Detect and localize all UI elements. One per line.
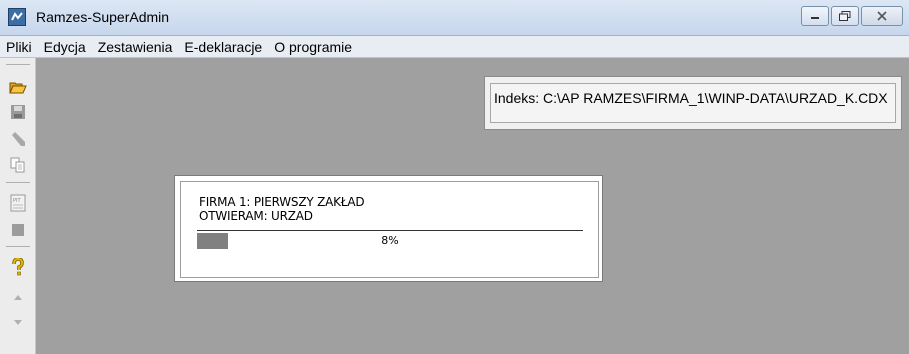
pencil-icon[interactable] bbox=[9, 130, 27, 148]
window-title-bar: Ramzes-SuperAdmin bbox=[0, 0, 909, 36]
window-title: Ramzes-SuperAdmin bbox=[36, 9, 170, 25]
help-icon[interactable] bbox=[9, 258, 27, 276]
menu-zestawienia[interactable]: Zestawienia bbox=[96, 39, 179, 55]
index-path-text: Indeks: C:\AP RAMZES\FIRMA_1\WINP-DATA\U… bbox=[494, 90, 888, 106]
minimize-icon bbox=[811, 17, 819, 19]
toolbar-separator bbox=[6, 246, 30, 247]
copy-icon[interactable] bbox=[9, 156, 27, 174]
index-status-panel: Indeks: C:\AP RAMZES\FIRMA_1\WINP-DATA\U… bbox=[484, 76, 902, 130]
progress-percent-label: 8% bbox=[381, 234, 399, 247]
restore-button[interactable] bbox=[831, 6, 859, 26]
pit-form-icon[interactable]: PIT bbox=[9, 194, 27, 212]
scroll-up-icon[interactable] bbox=[9, 288, 27, 306]
save-icon[interactable] bbox=[9, 103, 27, 121]
company-name-text: FIRMA 1: PIERWSZY ZAKŁAD bbox=[199, 195, 365, 209]
minimize-button[interactable] bbox=[801, 6, 829, 26]
progress-divider bbox=[197, 230, 583, 231]
opening-status-text: OTWIERAM: URZAD bbox=[199, 209, 313, 223]
restore-icon bbox=[839, 11, 851, 21]
left-toolbar: PIT bbox=[0, 58, 36, 354]
menu-pliki[interactable]: Pliki bbox=[4, 39, 38, 55]
stop-icon[interactable] bbox=[9, 221, 27, 239]
close-icon bbox=[877, 11, 887, 21]
ramzes-app-icon[interactable] bbox=[8, 8, 26, 26]
svg-text:PIT: PIT bbox=[13, 198, 21, 204]
menu-bar: Pliki Edycja Zestawienia E-deklaracje O … bbox=[0, 36, 909, 58]
progress-dialog: FIRMA 1: PIERWSZY ZAKŁAD OTWIERAM: URZAD… bbox=[174, 175, 603, 282]
scroll-down-icon[interactable] bbox=[9, 314, 27, 332]
menu-o-programie[interactable]: O programie bbox=[272, 39, 358, 55]
close-button[interactable] bbox=[861, 6, 903, 26]
toolbar-separator bbox=[6, 64, 30, 65]
progress-bar: 8% bbox=[197, 233, 583, 249]
open-folder-icon[interactable] bbox=[9, 78, 27, 96]
menu-edycja[interactable]: Edycja bbox=[42, 39, 92, 55]
menu-e-deklaracje[interactable]: E-deklaracje bbox=[182, 39, 268, 55]
toolbar-separator bbox=[6, 182, 30, 183]
